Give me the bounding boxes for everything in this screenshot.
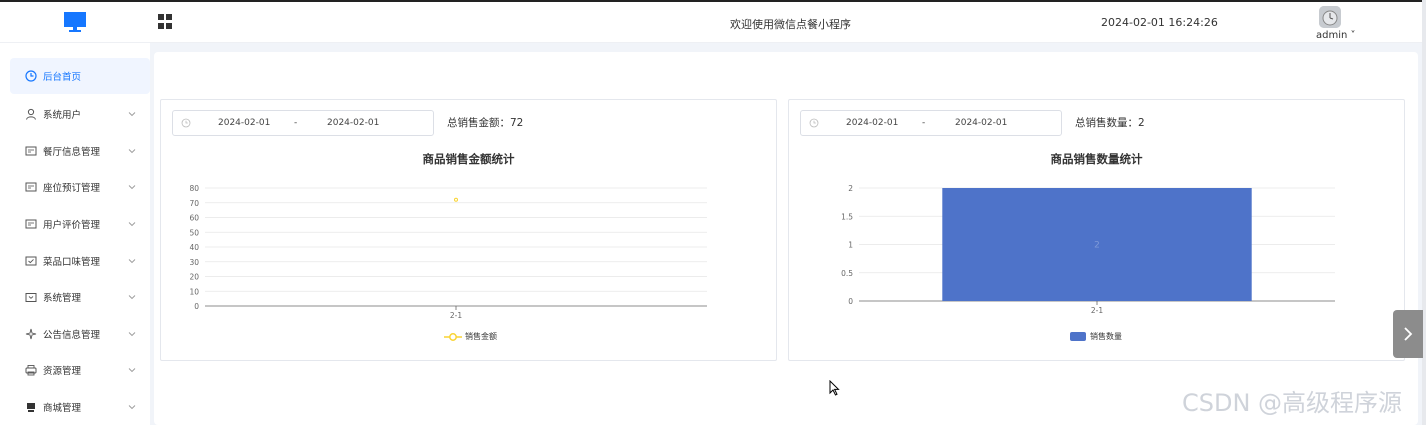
menu-toggle-grid-icon[interactable] <box>158 14 173 29</box>
watermark: CSDN @高级程序源 <box>1182 389 1403 417</box>
main-content: 2024-02-01 - 2024-02-01 总销售金额：72 商品销售金额统… <box>150 43 1426 425</box>
count-date-range-picker[interactable]: 2024-02-01 - 2024-02-01 <box>800 110 1062 136</box>
next-arrow-button[interactable] <box>1393 310 1423 358</box>
sidebar-item-label: 商城管理 <box>43 403 82 415</box>
x-tick-label: 2-1 <box>1091 306 1103 315</box>
user-menu[interactable]: admin ˅ <box>1316 30 1356 41</box>
clock-icon <box>809 118 819 128</box>
clock-icon <box>25 70 37 82</box>
top-bar: 欢迎使用微信点餐小程序 2024-02-01 16:24:26 admin ˅ <box>0 0 1426 43</box>
legend[interactable]: 销售数量 <box>1070 331 1122 342</box>
line-point <box>454 197 458 202</box>
chart-title: 商品销售数量统计 <box>1050 152 1143 166</box>
y-tick-label: 80 <box>189 184 199 193</box>
print-icon <box>25 364 37 376</box>
legend[interactable]: 销售金额 <box>444 331 497 342</box>
welcome-text: 欢迎使用微信点餐小程序 <box>730 18 851 31</box>
y-tick-label: 1 <box>848 241 853 250</box>
sidebar-item-label: 菜品口味管理 <box>43 256 101 268</box>
sparkle-icon <box>25 328 37 340</box>
sidebar-item-resources[interactable]: 资源管理 <box>0 352 150 389</box>
sidebar-item-label: 系统管理 <box>43 293 82 305</box>
monitor-logo-icon <box>64 12 86 37</box>
chart-title: 商品销售金额统计 <box>422 152 515 166</box>
legend-label: 销售数量 <box>1090 332 1122 341</box>
y-tick-label: 0.5 <box>841 269 853 278</box>
sidebar-item-seat-booking[interactable]: 座位预订管理 <box>0 169 150 206</box>
bar-value-label: 2 <box>1094 241 1100 251</box>
sales-amount-line-chart: 0 10 20 30 40 50 60 70 80 2-1 <box>189 184 707 320</box>
total-sales-count: 总销售数量：2 <box>1075 117 1145 129</box>
chevron-right-icon <box>1404 327 1413 341</box>
current-datetime: 2024-02-01 16:24:26 <box>1101 16 1218 29</box>
chevron-down-icon <box>128 368 136 373</box>
chevron-down-icon <box>128 149 136 154</box>
chevron-down-icon <box>128 295 136 300</box>
chevron-down-icon <box>128 112 136 117</box>
sidebar: 后台首页 系统用户 餐厅信息管理 座位预订管理 用户评价管理 菜品口味管理 系统… <box>0 43 150 425</box>
legend-bar-marker-icon <box>1070 332 1086 341</box>
start-date: 2024-02-01 <box>218 118 271 128</box>
mouse-cursor-icon <box>829 379 840 399</box>
y-tick-label: 10 <box>189 287 199 296</box>
sidebar-item-dish-flavors[interactable]: 菜品口味管理 <box>0 242 150 279</box>
sidebar-item-restaurant-info[interactable]: 餐厅信息管理 <box>0 133 150 170</box>
folder-icon <box>25 291 37 303</box>
chevron-down-icon <box>128 185 136 190</box>
range-separator: - <box>922 118 926 128</box>
y-tick-label: 0 <box>848 297 853 306</box>
sidebar-item-label: 座位预订管理 <box>43 183 101 195</box>
sales-amount-card: 2024-02-01 - 2024-02-01 总销售金额：72 商品销售金额统… <box>160 99 777 361</box>
card-icon <box>25 181 37 193</box>
chevron-down-icon <box>128 405 136 410</box>
chevron-down-icon <box>128 258 136 263</box>
sidebar-item-label: 后台首页 <box>43 72 82 83</box>
sidebar-item-label: 餐厅信息管理 <box>43 146 101 158</box>
chevron-down-icon <box>128 222 136 227</box>
start-date: 2024-02-01 <box>846 118 899 128</box>
store-icon <box>25 401 37 413</box>
y-tick-label: 70 <box>189 199 199 208</box>
amount-date-range-picker[interactable]: 2024-02-01 - 2024-02-01 <box>172 110 434 136</box>
y-tick-label: 0 <box>194 302 199 311</box>
y-tick-label: 50 <box>189 228 199 237</box>
y-tick-label: 2 <box>848 184 853 193</box>
end-date: 2024-02-01 <box>327 118 380 128</box>
sidebar-item-mall[interactable]: 商城管理 <box>0 389 150 425</box>
check-card-icon <box>25 255 37 267</box>
legend-line-marker-icon <box>444 332 462 341</box>
total-sales-amount: 总销售金额：72 <box>447 117 524 129</box>
sidebar-item-label: 资源管理 <box>43 366 82 378</box>
y-tick-label: 60 <box>189 214 199 223</box>
window-scrollbar[interactable] <box>1422 0 1426 425</box>
user-icon <box>25 108 37 120</box>
sidebar-item-label: 系统用户 <box>43 110 82 122</box>
range-separator: - <box>294 118 298 128</box>
sidebar-item-dashboard[interactable]: 后台首页 <box>10 58 150 94</box>
y-tick-label: 1.5 <box>841 212 853 221</box>
sidebar-item-system-management[interactable]: 系统管理 <box>0 279 150 316</box>
y-tick-label: 40 <box>189 243 199 252</box>
sidebar-item-announcements[interactable]: 公告信息管理 <box>0 316 150 353</box>
x-tick-label: 2-1 <box>450 311 462 320</box>
clock-icon <box>181 118 191 128</box>
y-tick-label: 20 <box>189 273 199 282</box>
chevron-down-icon <box>128 332 136 336</box>
sidebar-item-label: 用户评价管理 <box>43 220 101 232</box>
end-date: 2024-02-01 <box>955 118 1008 128</box>
sidebar-item-system-users[interactable]: 系统用户 <box>0 96 150 133</box>
sidebar-item-label: 公告信息管理 <box>43 329 101 341</box>
avatar[interactable] <box>1319 6 1341 28</box>
y-tick-label: 30 <box>189 258 199 267</box>
legend-label: 销售金额 <box>465 332 497 341</box>
card-icon <box>25 145 37 157</box>
content-panel: 2024-02-01 - 2024-02-01 总销售金额：72 商品销售金额统… <box>154 52 1418 425</box>
sales-count-card: 2024-02-01 - 2024-02-01 总销售数量：2 商品销售数量统计… <box>788 99 1405 361</box>
card-icon <box>25 218 37 230</box>
sales-count-bar-chart: 0 0.5 1 1.5 2 2-1 2 <box>841 184 1335 315</box>
sidebar-item-user-reviews[interactable]: 用户评价管理 <box>0 206 150 243</box>
